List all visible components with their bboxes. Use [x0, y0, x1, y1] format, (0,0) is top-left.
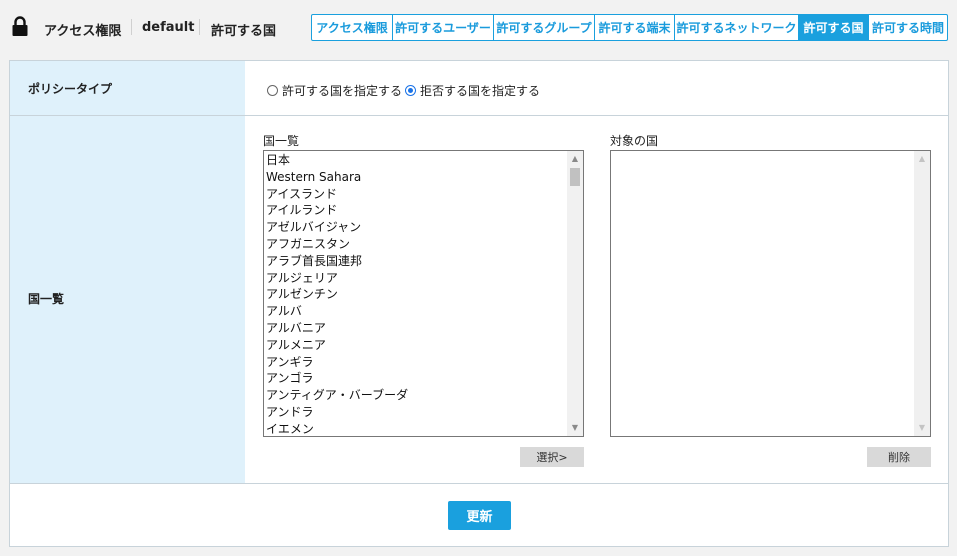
select-button[interactable]: 選択>	[520, 447, 584, 467]
tab-access[interactable]: アクセス権限	[311, 14, 393, 41]
country-option[interactable]: 日本	[266, 152, 567, 169]
country-option[interactable]: アンティグア・バーブーダ	[266, 387, 567, 404]
country-option[interactable]: アルバ	[266, 303, 567, 320]
radio-allow-label: 許可する国を指定する	[282, 84, 403, 98]
scroll-down-arrow-icon: ▼	[918, 423, 926, 432]
target-listbox[interactable]: ▲ ▼	[610, 150, 931, 437]
country-option[interactable]: アンゴラ	[266, 370, 567, 387]
country-option[interactable]: アラブ首長国連邦	[266, 253, 567, 270]
radio-deny-label: 拒否する国を指定する	[420, 84, 541, 98]
radio-deny-circle[interactable]	[405, 85, 416, 96]
tab-bar: アクセス権限 許可するユーザー 許可するグループ 許可する端末 許可するネットワ…	[311, 14, 948, 41]
settings-panel: ポリシータイプ 許可する国を指定する 拒否する国を指定する 国一覧 国一覧 日本…	[9, 60, 949, 547]
radio-deny-countries[interactable]: 拒否する国を指定する	[405, 82, 540, 99]
tab-users[interactable]: 許可するユーザー	[393, 14, 494, 41]
country-option[interactable]: アンドラ	[266, 404, 567, 421]
scroll-up-arrow-icon: ▲	[918, 154, 926, 163]
country-option[interactable]: アルゼンチン	[266, 286, 567, 303]
country-option[interactable]: アルメニア	[266, 337, 567, 354]
tab-times[interactable]: 許可する時間	[869, 14, 948, 41]
country-list-scrollbar[interactable]: ▲ ▼	[567, 151, 583, 436]
breadcrumb-access[interactable]: アクセス権限	[44, 20, 121, 39]
breadcrumb-default[interactable]: default	[142, 20, 194, 35]
delete-button[interactable]: 削除	[867, 447, 931, 467]
tab-networks[interactable]: 許可するネットワーク	[675, 14, 799, 41]
radio-allow-countries[interactable]: 許可する国を指定する	[267, 82, 402, 99]
scroll-down-arrow-icon[interactable]: ▼	[567, 420, 583, 436]
country-option[interactable]: アルバニア	[266, 320, 567, 337]
country-row-label: 国一覧	[28, 292, 65, 306]
policy-row: ポリシータイプ 許可する国を指定する 拒否する国を指定する	[10, 61, 948, 116]
radio-allow-circle[interactable]	[267, 85, 278, 96]
country-option[interactable]: アイスランド	[266, 186, 567, 203]
country-option[interactable]: アンギラ	[266, 354, 567, 371]
country-label-cell: 国一覧	[10, 116, 245, 483]
lock-icon	[12, 16, 28, 36]
target-list-scrollbar: ▲ ▼	[914, 151, 930, 436]
country-list-label: 国一覧	[263, 134, 300, 148]
policy-label: ポリシータイプ	[28, 82, 113, 96]
country-option[interactable]: アイルランド	[266, 202, 567, 219]
country-option[interactable]: アフガニスタン	[266, 236, 567, 253]
country-row: 国一覧 国一覧 日本 Western Sahara アイスランド アイルランド アゼルバ…	[10, 116, 948, 484]
country-option[interactable]: Western Sahara	[266, 169, 567, 186]
tab-devices[interactable]: 許可する端末	[595, 14, 675, 41]
target-list-label: 対象の国	[610, 134, 659, 148]
country-option[interactable]: アルジェリア	[266, 270, 567, 287]
country-listbox[interactable]: 日本 Western Sahara アイスランド アイルランド アゼルバイジャン アフガニ…	[263, 150, 584, 437]
policy-label-cell: ポリシータイプ	[10, 61, 245, 115]
tab-countries[interactable]: 許可する国	[799, 14, 869, 41]
scroll-thumb[interactable]	[570, 168, 580, 186]
breadcrumb-separator	[199, 19, 200, 35]
page-title: 許可する国	[211, 24, 277, 39]
tab-groups[interactable]: 許可するグループ	[494, 14, 595, 41]
update-button[interactable]: 更新	[448, 501, 511, 530]
country-list-items: 日本 Western Sahara アイスランド アイルランド アゼルバイジャン アフガニ…	[266, 152, 567, 436]
country-option[interactable]: イエメン	[266, 421, 567, 436]
scroll-up-arrow-icon[interactable]: ▲	[567, 151, 583, 167]
breadcrumb-separator	[131, 19, 132, 35]
country-option[interactable]: アゼルバイジャン	[266, 219, 567, 236]
header: アクセス権限 default 許可する国 アクセス権限 許可するユーザー 許可す…	[0, 0, 957, 56]
